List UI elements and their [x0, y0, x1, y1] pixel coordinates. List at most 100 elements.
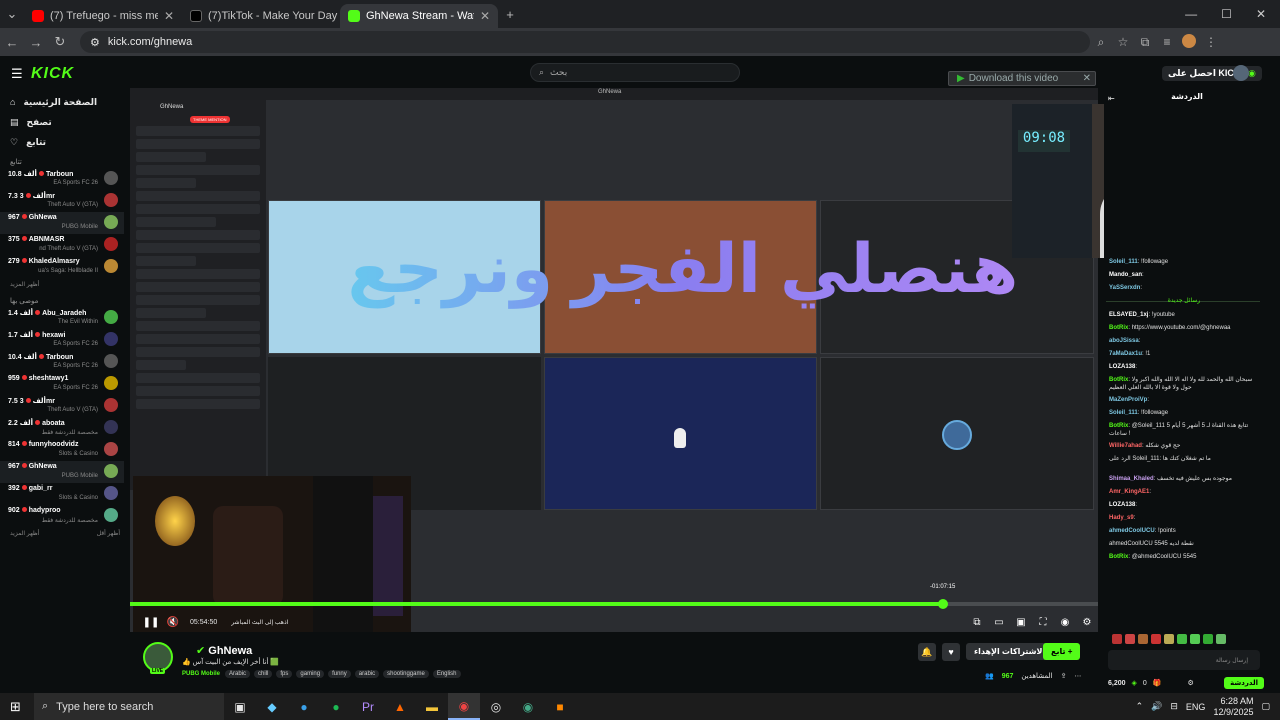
stream-tag[interactable]: arabic — [354, 670, 380, 678]
notification-bell-icon[interactable]: 🔔 — [918, 643, 936, 661]
windows-start-icon[interactable]: ⊞ — [10, 699, 21, 715]
app-icon[interactable]: ■ — [544, 693, 576, 720]
chat-username[interactable]: MaZenProiVp — [1109, 397, 1147, 403]
chat-username[interactable]: Soleil_111 — [1109, 410, 1138, 416]
chat-username[interactable]: Hady_s9 — [1109, 515, 1134, 521]
collapse-chat-icon[interactable]: ⇤ — [1108, 94, 1115, 103]
stream-tag[interactable]: Arabic — [225, 670, 251, 678]
maximize-icon[interactable]: ☐ — [1221, 7, 1232, 21]
minimize-icon[interactable]: — — [1185, 7, 1197, 21]
menu-kebab-icon[interactable]: ⋮ — [1200, 35, 1222, 49]
chat-username[interactable]: LOZA138 — [1109, 364, 1135, 370]
sidebar-channel[interactable]: 1.7 ألف hexawi EA Sports FC 26 — [0, 329, 124, 351]
chat-username[interactable]: LOZA138 — [1109, 502, 1135, 508]
browser-tab-kick[interactable]: GhNewa Stream - Watch Live o ✕ — [340, 4, 498, 28]
reload-icon[interactable]: ↻ — [48, 34, 72, 50]
emote[interactable] — [1125, 634, 1135, 644]
theater-mode-icon[interactable]: ▭ — [988, 617, 1010, 628]
task-view-icon[interactable]: ▣ — [224, 693, 256, 720]
chat-username[interactable]: BotRix — [1109, 325, 1128, 331]
fullscreen-icon[interactable]: ⛶ — [1032, 617, 1054, 628]
settings-gear-icon[interactable]: ⚙ — [1076, 617, 1098, 628]
sidebar-channel[interactable]: 959 sheshtawy1 EA Sports FC 26 — [0, 373, 124, 395]
go-to-live-button[interactable]: اذهب إلى البث المباشر — [231, 619, 288, 626]
edge-icon[interactable]: ● — [288, 693, 320, 720]
sidebar-channel[interactable]: 2.2 ألف aboata مخصصة للدردشة فقط — [0, 417, 124, 439]
profile-avatar[interactable] — [1178, 33, 1200, 51]
close-window-icon[interactable]: ✕ — [1256, 7, 1266, 21]
forward-icon[interactable]: → — [24, 35, 48, 50]
taskbar-search-input[interactable]: ⌕ Type here to search — [34, 693, 224, 720]
chat-username[interactable]: BotRix — [1109, 554, 1128, 560]
close-icon[interactable]: ✕ — [1083, 73, 1095, 84]
emote[interactable] — [1138, 634, 1148, 644]
emote[interactable] — [1203, 634, 1213, 644]
stream-tag[interactable]: fps — [276, 670, 293, 678]
stream-tag[interactable]: funny — [328, 670, 351, 678]
sidebar-channel[interactable]: 279 KhaledAlmasry ua's Saga: Hellblade II — [0, 256, 124, 278]
close-tab-icon[interactable]: ✕ — [480, 9, 490, 23]
kick-logo[interactable]: KICK — [31, 65, 74, 83]
zoom-icon[interactable]: ⌕ — [1090, 35, 1112, 50]
emote[interactable] — [1164, 634, 1174, 644]
stream-tag[interactable]: gaming — [296, 670, 325, 678]
stream-tag[interactable]: English — [432, 670, 461, 678]
file-explorer-icon[interactable]: ▬ — [416, 693, 448, 720]
sidebar-channel[interactable]: 7.3 ألف3mr Theft Auto V (GTA) — [0, 190, 124, 212]
user-avatar[interactable] — [1233, 65, 1249, 81]
pip-icon[interactable]: ▣ — [1010, 617, 1032, 628]
chrome-icon[interactable]: ◉ — [448, 693, 480, 720]
extensions-icon[interactable]: ⧉ — [1134, 35, 1156, 50]
channel-name[interactable]: ✔ GhNewa — [196, 644, 252, 657]
download-video-button[interactable]: ▶ Download this video ✕ — [948, 71, 1096, 86]
stream-tag[interactable]: chill — [254, 670, 273, 678]
brave-icon[interactable]: ▲ — [384, 693, 416, 720]
sidebar-channel[interactable]: 1.4 ألف Abu_Jaradeh The Evil Within — [0, 307, 124, 329]
chat-username[interactable]: BotRix — [1109, 377, 1128, 383]
chat-username[interactable]: Shimaa_Khaled — [1109, 476, 1154, 482]
bookmark-star-icon[interactable]: ☆ — [1112, 35, 1134, 49]
volume-icon[interactable]: 🔊 — [1151, 701, 1162, 712]
clip-icon[interactable]: ⧉ — [966, 617, 988, 628]
back-icon[interactable]: ← — [0, 35, 24, 50]
sidebar-item-browse[interactable]: ▤ تصفح — [0, 112, 128, 132]
hamburger-menu-icon[interactable]: ☰ — [11, 66, 23, 82]
steam-icon[interactable]: ◎ — [480, 693, 512, 720]
media-icon[interactable]: ≡ — [1156, 35, 1178, 49]
tray-chevron-icon[interactable]: ⌃ — [1136, 701, 1144, 712]
chat-username[interactable]: Willie7ahad — [1109, 443, 1142, 449]
pause-icon[interactable]: ❚❚ — [140, 617, 162, 628]
sidebar-channel[interactable]: 967 GhNewa PUBG Mobile — [0, 212, 124, 234]
clock[interactable]: 6:28 AM 12/9/2025 — [1213, 696, 1253, 718]
chat-username[interactable]: Amr_KingAE1 — [1109, 489, 1149, 495]
chat-username[interactable]: aboJSissa — [1109, 338, 1139, 344]
show-more-link[interactable]: أظهر المزيد — [10, 530, 39, 537]
chrome-alt-icon[interactable]: ◉ — [512, 693, 544, 720]
chat-username[interactable]: ELSAYED_1xj — [1109, 312, 1148, 318]
chat-input[interactable]: إرسال رسالة — [1108, 650, 1260, 670]
sidebar-channel[interactable]: 10.4 ألف Tarboun EA Sports FC 26 — [0, 351, 124, 373]
send-chat-button[interactable]: الدردشة — [1224, 677, 1264, 689]
tab-search-icon[interactable]: ⌄ — [0, 6, 24, 22]
search-input[interactable]: ⌕ بحث — [530, 63, 740, 82]
sidebar-channel[interactable]: 902 hadyproo مخصصة للدردشة فقط — [0, 505, 124, 527]
follow-button[interactable]: تابع + — [1043, 643, 1081, 660]
chat-username[interactable]: ahmedCoolUCU — [1109, 528, 1155, 534]
category-link[interactable]: PUBG Mobile — [182, 671, 220, 677]
emote[interactable] — [1190, 634, 1200, 644]
chat-username[interactable]: BotRix — [1109, 423, 1128, 429]
browser-tab-tiktok[interactable]: (7)TikTok - Make Your Day ✕ — [182, 4, 340, 28]
spotify-icon[interactable]: ● — [320, 693, 352, 720]
network-icon[interactable]: ⊟ — [1170, 701, 1178, 712]
sidebar-item-following[interactable]: ♡ تتابع — [0, 132, 128, 152]
sidebar-channel[interactable]: 375 ABNMASR nd Theft Auto V (GTA) — [0, 234, 124, 256]
chat-username[interactable]: 7aMaDax1u — [1109, 351, 1142, 357]
premiere-icon[interactable]: Pr — [352, 693, 384, 720]
sidebar-channel[interactable]: 7.5 ألف3mr Theft Auto V (GTA) — [0, 395, 124, 417]
copilot-icon[interactable]: ◆ — [256, 693, 288, 720]
stream-tag[interactable]: shootinggame — [383, 670, 429, 678]
close-tab-icon[interactable]: ✕ — [164, 9, 174, 23]
chat-username[interactable]: YaSSerxdn — [1109, 285, 1140, 291]
emote[interactable] — [1216, 634, 1226, 644]
emote[interactable] — [1112, 634, 1122, 644]
